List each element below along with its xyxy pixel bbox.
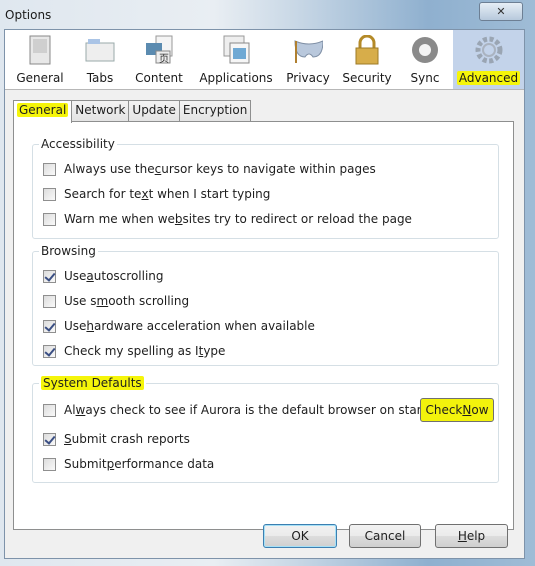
checkbox[interactable] xyxy=(43,432,56,446)
checkbox-spelling[interactable]: Check my spelling as I t ype xyxy=(43,344,225,358)
toolbar-label: Applications xyxy=(199,71,273,85)
padlock-icon xyxy=(352,35,382,65)
tab-general[interactable]: General xyxy=(13,100,73,123)
toolbar-label: Tabs xyxy=(86,71,114,85)
checkbox-search-text[interactable]: Search for te x t when I start typing xyxy=(43,187,270,201)
checkbox-performance-data[interactable]: Submit p erformance data xyxy=(43,457,214,471)
toolbar-item-advanced[interactable]: Advanced xyxy=(453,30,524,89)
close-icon: ✕ xyxy=(496,5,506,18)
cancel-button[interactable]: Cancel xyxy=(349,524,421,548)
title-bar: Options ✕ xyxy=(0,0,535,30)
checkbox-warn-redirect[interactable]: Warn me when we b sites try to redirect o… xyxy=(43,212,412,226)
category-toolbar: General Tabs 页 Content Applications Priv… xyxy=(5,30,524,90)
toolbar-item-general[interactable]: General xyxy=(5,30,75,89)
toolbar-label: General xyxy=(16,71,64,85)
toolbar-item-applications[interactable]: Applications xyxy=(193,30,279,89)
checkbox[interactable] xyxy=(43,319,56,333)
group-accessibility: Accessibility Always use the c ursor keys… xyxy=(32,137,499,239)
svg-text:页: 页 xyxy=(159,53,169,65)
window-title: Options xyxy=(5,8,52,22)
checkbox-hardware-acceleration[interactable]: Use h ardware acceleration when available xyxy=(43,319,315,333)
check-now-button[interactable]: Check Now xyxy=(420,398,494,422)
applications-icon xyxy=(221,35,251,65)
checkbox[interactable] xyxy=(43,403,56,417)
toolbar-label: Sync xyxy=(410,71,440,85)
checkbox-crash-reports[interactable]: Submit crash reports xyxy=(43,432,190,446)
toolbar-label: Privacy xyxy=(286,71,330,85)
checkbox[interactable] xyxy=(43,294,56,308)
checkbox[interactable] xyxy=(43,457,56,471)
group-title: Accessibility xyxy=(39,137,117,151)
content-icon: 页 xyxy=(144,35,174,65)
checkbox-cursor-keys[interactable]: Always use the c ursor keys to navigate w… xyxy=(43,162,376,176)
toolbar-item-content[interactable]: 页 Content xyxy=(125,30,193,89)
toolbar-label: Security xyxy=(342,71,392,85)
tab-encryption[interactable]: Encryption xyxy=(178,100,252,122)
checkbox[interactable] xyxy=(43,269,56,283)
toolbar-item-security[interactable]: Security xyxy=(337,30,397,89)
toolbar-label: Content xyxy=(135,71,183,85)
checkbox-autoscrolling[interactable]: Use a utoscrolling xyxy=(43,269,164,283)
advanced-tabs: General Network Update Encryption xyxy=(13,100,252,123)
toolbar-item-privacy[interactable]: Privacy xyxy=(279,30,337,89)
help-button[interactable]: Help xyxy=(435,524,508,548)
close-button[interactable]: ✕ xyxy=(479,2,523,21)
toolbar-item-sync[interactable]: Sync xyxy=(397,30,453,89)
group-browsing: Browsing Use a utoscrolling Use s m ooth sc… xyxy=(32,244,499,366)
toolbar-item-tabs[interactable]: Tabs xyxy=(75,30,125,89)
group-title: Browsing xyxy=(39,244,98,258)
checkbox-smooth-scrolling[interactable]: Use s m ooth scrolling xyxy=(43,294,189,308)
checkbox[interactable] xyxy=(43,187,56,201)
checkbox[interactable] xyxy=(43,212,56,226)
group-system-defaults: System Defaults Al w ays check to see if A… xyxy=(32,376,499,483)
ok-button[interactable]: OK xyxy=(263,524,337,548)
toolbar-label: Advanced xyxy=(456,71,521,85)
group-title: System Defaults xyxy=(39,376,146,390)
tab-network[interactable]: Network xyxy=(71,100,130,122)
options-dialog: General Tabs 页 Content Applications Priv… xyxy=(4,29,525,559)
tab-update[interactable]: Update xyxy=(128,100,180,122)
checkbox[interactable] xyxy=(43,344,56,358)
general-panel: Accessibility Always use the c ursor keys… xyxy=(13,121,514,530)
sync-icon xyxy=(410,35,440,65)
switch-icon xyxy=(25,35,55,65)
checkbox-default-browser[interactable]: Al w ays check to see if Aurora is the def… xyxy=(43,403,442,417)
checkbox[interactable] xyxy=(43,162,56,176)
mask-icon xyxy=(293,35,323,65)
gear-icon xyxy=(474,35,504,65)
folder-tab-icon xyxy=(85,35,115,65)
